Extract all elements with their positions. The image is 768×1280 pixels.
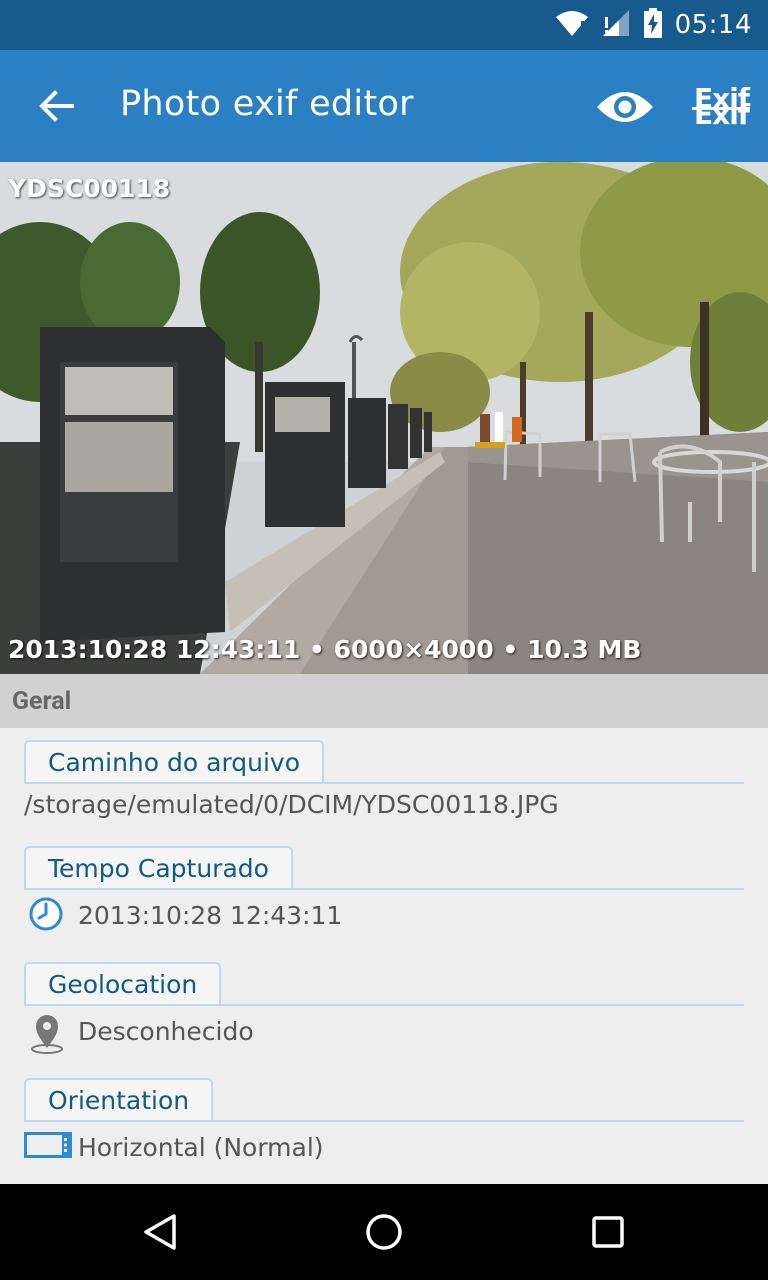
field-value: 2013:10:28 12:43:11 [78, 901, 343, 930]
arrow-left-icon [39, 90, 74, 122]
home-circle-icon [366, 1214, 402, 1250]
photo-preview[interactable]: YDSC00118 2013:10:28 12:43:11 • 6000×400… [0, 162, 768, 674]
clock-icon [28, 896, 64, 936]
field-divider [24, 888, 744, 890]
clock-time: 05:14 [674, 10, 752, 40]
app-bar: Photo exif editor Exif Exif [0, 50, 768, 162]
status-bar: 05:14 [0, 0, 768, 50]
recents-square-icon [592, 1216, 624, 1248]
nav-back-button[interactable] [130, 1202, 190, 1262]
field-label: Tempo Capturado [48, 854, 269, 883]
landscape-frame-icon [24, 1132, 72, 1162]
eye-icon [597, 92, 653, 122]
field-divider [24, 1120, 744, 1122]
exif-remove-button[interactable]: Exif Exif [688, 82, 754, 134]
field-value: Desconhecido [78, 1017, 254, 1046]
wifi-icon [555, 9, 589, 41]
status-icons: 05:14 [555, 0, 752, 50]
exif-field-list: Caminho do arquivo /storage/emulated/0/D… [0, 728, 768, 1184]
field-divider [24, 1004, 744, 1006]
nav-home-button[interactable] [354, 1202, 414, 1262]
field-divider [24, 782, 744, 784]
system-nav-bar [0, 1184, 768, 1280]
signal-icon [601, 9, 631, 41]
photo-name: YDSC00118 [8, 174, 171, 203]
exif-strike-icon: Exif Exif [692, 82, 750, 131]
field-value: Horizontal (Normal) [78, 1133, 324, 1162]
location-pin-icon [28, 1012, 66, 1058]
photo-image [0, 162, 768, 674]
field-label: Caminho do arquivo [48, 748, 301, 777]
field-label-box: Orientation [24, 1078, 214, 1122]
field-label-box: Caminho do arquivo [24, 740, 325, 784]
photo-info: 2013:10:28 12:43:11 • 6000×4000 • 10.3 M… [8, 635, 642, 664]
field-label: Geolocation [48, 970, 198, 999]
nav-recents-button[interactable] [578, 1202, 638, 1262]
field-label: Orientation [48, 1086, 190, 1115]
back-button[interactable] [24, 78, 88, 134]
field-file-path[interactable]: Caminho do arquivo /storage/emulated/0/D… [24, 740, 744, 819]
section-title: Geral [12, 687, 72, 716]
field-orientation[interactable]: Orientation Horizontal (Normal) [24, 1078, 744, 1162]
field-value: /storage/emulated/0/DCIM/YDSC00118.JPG [24, 790, 559, 819]
battery-charging-icon [643, 8, 663, 42]
back-triangle-icon [144, 1214, 176, 1250]
section-header-geral: Geral [0, 674, 768, 728]
field-capture-time[interactable]: Tempo Capturado 2013:10:28 12:43:11 [24, 846, 744, 931]
page-title: Photo exif editor [120, 84, 414, 124]
field-geolocation[interactable]: Geolocation Desconhecido [24, 962, 744, 1054]
field-label-box: Tempo Capturado [24, 846, 293, 890]
field-label-box: Geolocation [24, 962, 222, 1006]
view-button[interactable] [590, 80, 660, 134]
